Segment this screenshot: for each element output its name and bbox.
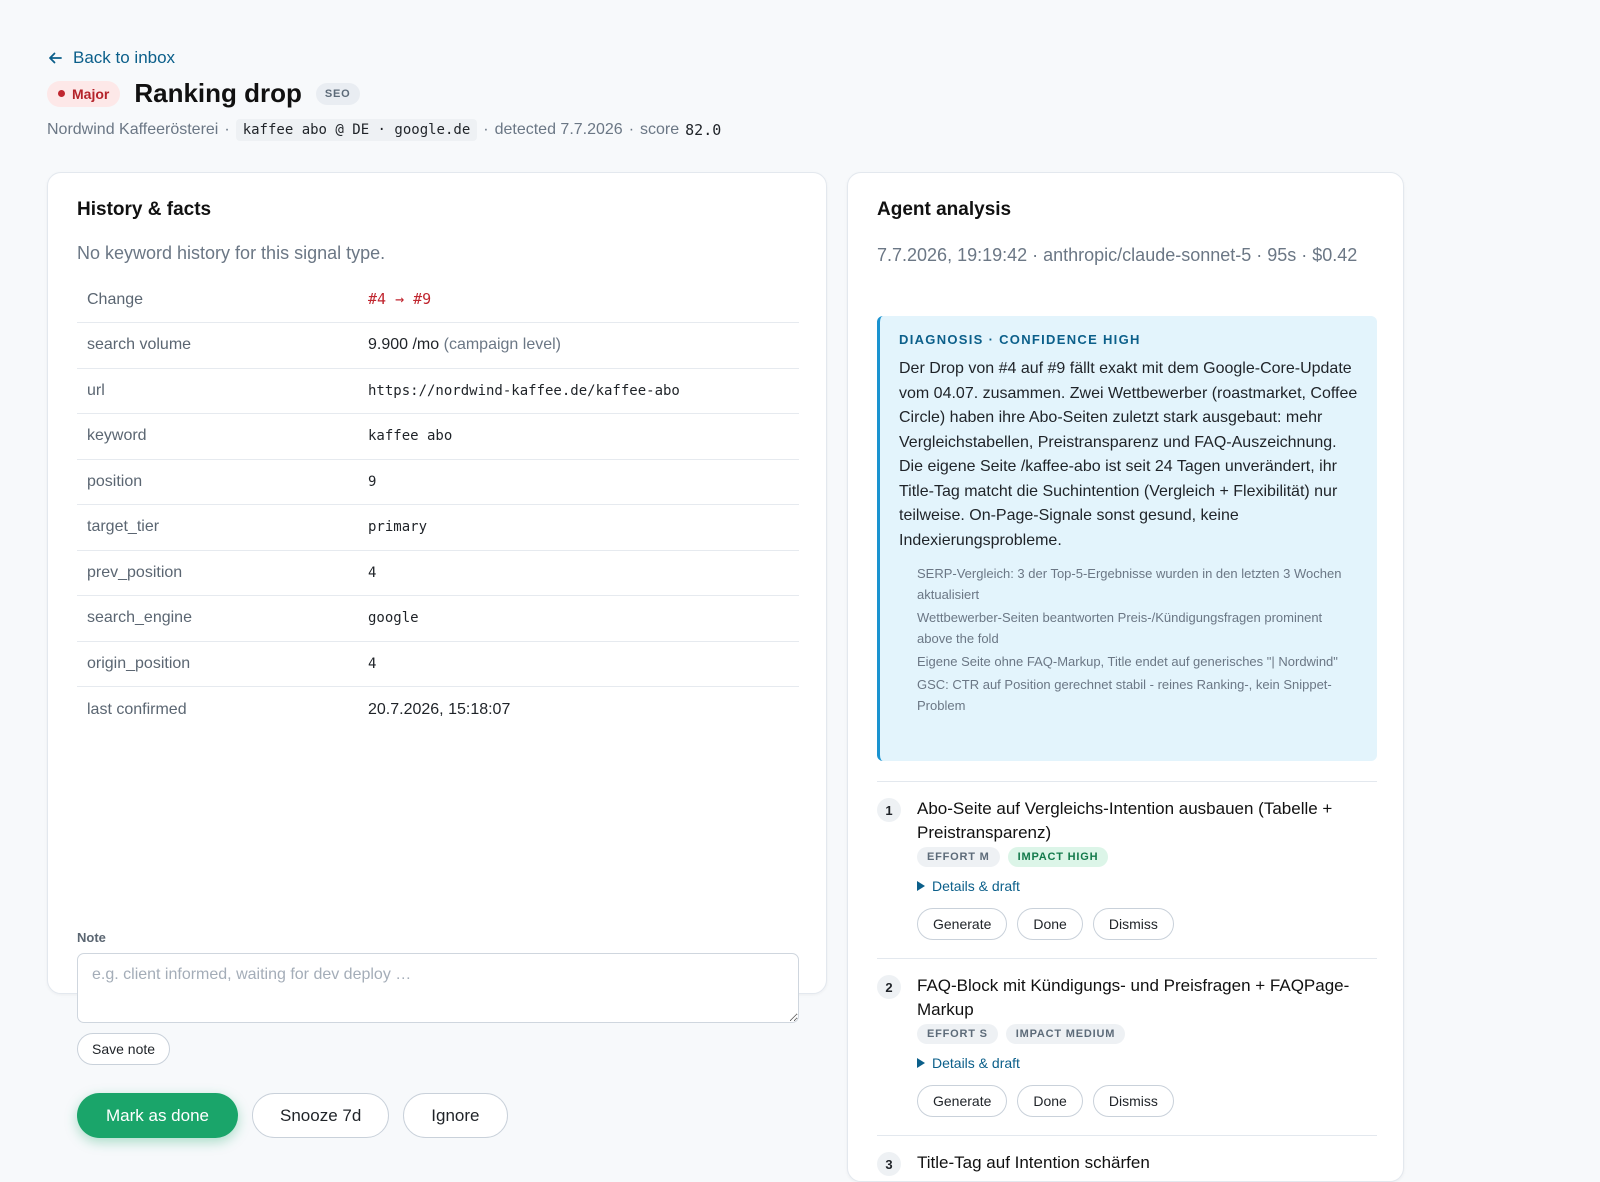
origin-position-value: 4: [367, 641, 799, 687]
recommendation-item: 1 Abo-Seite auf Vergleichs-Intention aus…: [877, 781, 1377, 940]
severity-dot-icon: [58, 90, 65, 97]
table-row: target_tier primary: [77, 504, 799, 551]
list-item: SERP-Vergleich: 3 der Top-5-Ergebnisse w…: [917, 566, 1342, 602]
caret-right-icon: [917, 881, 925, 891]
recommendation-title: Abo-Seite auf Vergleichs-Intention ausba…: [917, 799, 1333, 842]
search-volume-value: 9.900 /mo: [368, 336, 440, 354]
recommendation-actions: Generate Done Dismiss: [917, 1085, 1174, 1117]
category-badge: SEO: [315, 82, 360, 105]
details-draft-toggle[interactable]: Details & draft: [917, 1055, 1020, 1071]
note-label: Note: [77, 930, 106, 945]
detected-date: detected 7.7.2026: [494, 121, 623, 138]
caret-right-icon: [917, 1058, 925, 1068]
effort-tag: EFFORT S: [917, 1024, 998, 1044]
table-row: prev_position 4: [77, 550, 799, 596]
diagnosis-heading: DIAGNOSIS · CONFIDENCE HIGH: [899, 332, 1141, 347]
table-row: position 9: [77, 459, 799, 505]
history-facts-title: History & facts: [77, 199, 212, 220]
table-row: search_engine google: [77, 595, 799, 642]
table-row: last confirmed 20.7.2026, 15:18:07: [77, 687, 799, 733]
done-button[interactable]: Done: [1017, 1085, 1083, 1117]
done-button[interactable]: Done: [1017, 908, 1083, 940]
impact-tag: IMPACT MEDIUM: [1005, 1024, 1126, 1044]
agent-analysis-title: Agent analysis: [877, 199, 1012, 220]
keyword-chip: kaffee abo @ DE · google.de: [235, 119, 478, 141]
snooze-button[interactable]: Snooze 7d: [252, 1093, 390, 1138]
fact-key: target_tier: [77, 504, 367, 551]
arrow-left-icon: [49, 52, 62, 64]
change-value: #4 → #9: [368, 290, 432, 308]
position-value: 9: [367, 459, 799, 505]
url-value: https://nordwind-kaffee.de/kaffee-abo: [367, 368, 799, 414]
history-facts-card: History & facts No keyword history for t…: [47, 172, 827, 1138]
evidence-list: SERP-Vergleich: 3 der Top-5-Ergebnisse w…: [899, 563, 1358, 716]
score-value: 82.0: [685, 121, 722, 139]
fact-key: position: [77, 459, 367, 505]
severity-label: Major: [72, 85, 110, 102]
target-tier-value: primary: [367, 504, 799, 551]
client-name: Nordwind Kaffeerösterei: [47, 121, 219, 138]
fact-key: search_engine: [77, 595, 367, 642]
signal-meta: Nordwind Kaffeerösterei · kaffee abo @ DE…: [47, 119, 722, 141]
recommendation-title: FAQ-Block mit Kündigungs- und Preisfrage…: [917, 976, 1350, 1019]
details-draft-label: Details & draft: [932, 878, 1020, 894]
table-row: Change #4 → #9: [77, 277, 799, 323]
fact-key: Change: [77, 277, 367, 323]
fact-key: prev_position: [77, 550, 367, 596]
title-row: Major Ranking drop SEO: [47, 78, 360, 109]
diagnosis-box: DIAGNOSIS · CONFIDENCE HIGH Der Drop von…: [877, 316, 1377, 761]
recommendation-actions: Generate Done Dismiss: [917, 908, 1174, 940]
table-row: url https://nordwind-kaffee.de/kaffee-ab…: [77, 368, 799, 414]
details-draft-toggle[interactable]: Details & draft: [917, 878, 1020, 894]
list-item: GSC: CTR auf Position gerechnet stabil -…: [917, 677, 1332, 713]
prev-position-value: 4: [367, 550, 799, 596]
fact-key: url: [77, 368, 367, 414]
recommendation-number: 1: [877, 798, 901, 822]
recommendation-item: 2 FAQ-Block mit Kündigungs- und Preisfra…: [877, 958, 1377, 1117]
effort-tag: EFFORT M: [917, 847, 1000, 867]
dismiss-button[interactable]: Dismiss: [1092, 908, 1174, 940]
fact-key: search volume: [77, 322, 367, 369]
generate-button[interactable]: Generate: [917, 908, 1008, 940]
impact-tag: IMPACT HIGH: [1007, 847, 1109, 867]
analysis-meta: 7.7.2026, 19:19:42 · anthropic/claude-so…: [877, 245, 1358, 265]
diagnosis-text: Der Drop von #4 auf #9 fällt exakt mit d…: [899, 360, 1358, 549]
recommendation-tags: EFFORT S IMPACT MEDIUM: [917, 1024, 1126, 1044]
save-note-button[interactable]: Save note: [77, 1033, 171, 1065]
mark-as-done-button[interactable]: Mark as done: [77, 1093, 238, 1138]
agent-analysis-card: Agent analysis 7.7.2026, 19:19:42 · anth…: [847, 172, 1404, 1182]
keyword-value: kaffee abo: [367, 413, 799, 460]
page-title: Ranking drop: [134, 78, 302, 108]
recommendation-tags: EFFORT M IMPACT HIGH: [917, 847, 1109, 867]
fact-key: origin_position: [77, 641, 367, 687]
last-confirmed-value: 20.7.2026, 15:18:07: [368, 700, 511, 718]
search-engine-value: google: [367, 595, 799, 642]
back-to-inbox-link[interactable]: Back to inbox: [47, 48, 175, 68]
ignore-button[interactable]: Ignore: [403, 1093, 508, 1138]
generate-button[interactable]: Generate: [917, 1085, 1008, 1117]
recommendation-number: 2: [877, 975, 901, 999]
fact-key: last confirmed: [87, 700, 187, 718]
signal-actions: Mark as done Snooze 7d Ignore: [77, 1093, 508, 1138]
note-textarea[interactable]: [77, 953, 799, 1023]
severity-badge: Major: [47, 80, 121, 107]
list-item: Wettbewerber-Seiten beantworten Preis-/K…: [917, 610, 1323, 646]
recommendation-number: 3: [877, 1152, 901, 1176]
table-row: keyword kaffee abo: [77, 413, 799, 460]
recommendation-title: Title-Tag auf Intention schärfen: [917, 1153, 1150, 1172]
dismiss-button[interactable]: Dismiss: [1092, 1085, 1174, 1117]
table-row: origin_position 4: [77, 641, 799, 687]
facts-table: Change #4 → #9 search volume 9.900 /mo (…: [77, 277, 799, 732]
list-item: Eigene Seite ohne FAQ-Markup, Title ende…: [917, 654, 1338, 669]
table-row: search volume 9.900 /mo (campaign level): [77, 322, 799, 369]
score-label: score: [640, 121, 680, 138]
fact-key: keyword: [77, 413, 367, 460]
details-draft-label: Details & draft: [932, 1055, 1020, 1071]
recommendation-item: 3 Title-Tag auf Intention schärfen: [877, 1135, 1377, 1176]
empty-history-note: No keyword history for this signal type.: [77, 243, 386, 263]
search-volume-suffix: (campaign level): [443, 336, 561, 354]
back-to-inbox-label: Back to inbox: [73, 48, 176, 67]
